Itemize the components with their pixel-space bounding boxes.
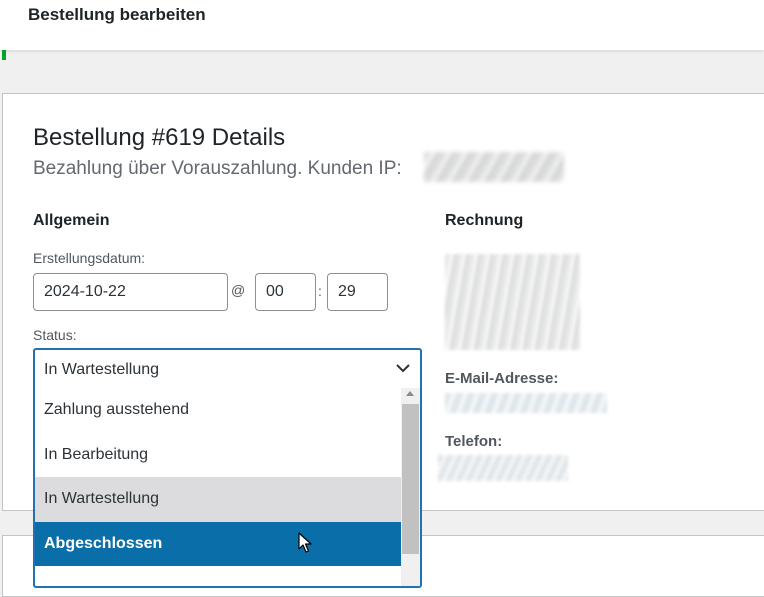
status-option-completed[interactable]: Abgeschlossen — [35, 521, 401, 566]
scroll-thumb[interactable] — [402, 404, 419, 554]
order-subtitle: Bezahlung über Vorauszahlung. Kunden IP: — [33, 158, 402, 179]
phone-redacted — [438, 455, 568, 481]
hour-input[interactable]: 00 — [255, 273, 316, 311]
options-scrollbar[interactable] — [401, 388, 420, 586]
created-date-label: Erstellungsdatum: — [33, 250, 146, 266]
progress-accent — [2, 50, 6, 60]
billing-address-redacted — [445, 254, 580, 350]
minute-input[interactable]: 29 — [327, 273, 388, 311]
at-symbol: @ — [231, 282, 246, 298]
chevron-down-icon[interactable] — [395, 360, 411, 376]
status-options-list: Zahlung ausstehend In Bearbeitung In War… — [35, 388, 401, 566]
status-option-pending[interactable]: Zahlung ausstehend — [35, 388, 401, 433]
status-option-processing[interactable]: In Bearbeitung — [35, 433, 401, 478]
general-heading: Allgemein — [33, 212, 110, 229]
order-title: Bestellung #619 Details — [33, 124, 286, 151]
billing-heading: Rechnung — [445, 212, 524, 229]
ip-redacted — [424, 152, 564, 182]
status-selected-value[interactable]: In Wartestellung — [35, 350, 420, 390]
email-redacted — [445, 393, 607, 413]
status-select[interactable]: In Wartestellung Zahlung ausstehend In B… — [33, 348, 422, 588]
status-option-on-hold[interactable]: In Wartestellung — [35, 477, 401, 522]
phone-label: Telefon: — [445, 433, 503, 450]
status-label: Status: — [33, 327, 77, 343]
top-bar: Bestellung bearbeiten — [0, 0, 764, 50]
mouse-cursor-icon — [298, 532, 312, 553]
page-title: Bestellung bearbeiten — [28, 5, 206, 24]
email-label: E-Mail-Adresse: — [445, 370, 559, 387]
time-separator: : — [318, 283, 322, 299]
created-date-input[interactable]: 2024-10-22 — [33, 273, 228, 311]
scroll-up-arrow-icon[interactable] — [406, 391, 414, 396]
